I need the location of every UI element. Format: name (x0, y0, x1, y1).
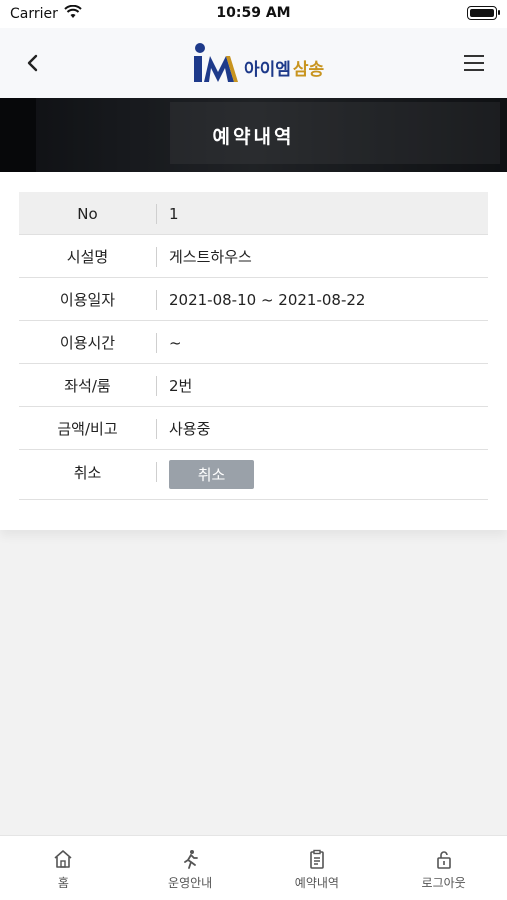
tab-label: 예약내역 (294, 876, 339, 890)
im-logo-icon (194, 43, 238, 82)
row-value: 게스트하우스 (169, 248, 252, 266)
row-label: 금액/비고 (57, 420, 118, 438)
status-time: 10:59 AM (216, 5, 291, 21)
row-label: 취소 (73, 463, 102, 482)
row-label: 이용일자 (59, 291, 116, 309)
tab-label: 로그아웃 (421, 876, 466, 890)
row-label: No (77, 204, 98, 223)
tab-logout[interactable]: 로그아웃 (380, 836, 507, 900)
row-divider (156, 247, 157, 267)
app-header: 아이엠 삼송 (0, 28, 507, 98)
row-value: 사용중 (169, 420, 211, 438)
back-button[interactable] (18, 48, 48, 78)
clipboard-icon (306, 848, 328, 870)
table-row-cancel: 취소 취소 (19, 450, 488, 500)
row-divider (156, 204, 157, 224)
row-value: 2021-08-10 ~ 2021-08-22 (169, 290, 366, 309)
row-label: 시설명 (66, 248, 109, 266)
row-divider (156, 462, 157, 482)
reservation-card: No 1 시설명 게스트하우스 이용일자 2021-08-10 ~ 2021-0… (0, 172, 507, 530)
status-bar: Carrier 10:59 AM (0, 0, 507, 28)
tab-home[interactable]: 홈 (0, 836, 127, 900)
row-divider (156, 290, 157, 310)
table-row-date: 이용일자 2021-08-10 ~ 2021-08-22 (19, 278, 488, 321)
home-icon (52, 848, 74, 870)
row-value: 2번 (169, 377, 193, 395)
reservation-table: No 1 시설명 게스트하우스 이용일자 2021-08-10 ~ 2021-0… (19, 192, 488, 500)
table-row-amount: 금액/비고 사용중 (19, 407, 488, 450)
unlock-icon (433, 848, 455, 870)
row-value: 1 (169, 204, 179, 223)
logo-text-sub: 삼송 (292, 60, 325, 80)
logo[interactable]: 아이엠 삼송 (190, 42, 324, 86)
cancel-reservation-button[interactable]: 취소 (169, 460, 254, 489)
tab-guide[interactable]: 운영안내 (127, 836, 254, 900)
page-title: 예약내역 (212, 126, 295, 148)
table-row-time: 이용시간 ~ (19, 321, 488, 364)
page-banner: 예약내역 (0, 98, 507, 172)
hamburger-icon (464, 55, 484, 71)
row-divider (156, 376, 157, 396)
table-row-no: No 1 (19, 192, 488, 235)
tab-reservations[interactable]: 예약내역 (254, 836, 381, 900)
logo-text-main: 아이엠 (244, 60, 291, 80)
chevron-left-icon (27, 54, 38, 72)
table-row-seat: 좌석/룸 2번 (19, 364, 488, 407)
tab-label: 홈 (57, 876, 69, 890)
row-divider (156, 419, 157, 439)
battery-icon (467, 6, 500, 20)
bottom-tab-bar: 홈 운영안내 예약내역 로그아웃 (0, 835, 507, 900)
running-person-icon (179, 848, 201, 870)
tab-label: 운영안내 (168, 876, 213, 890)
table-row-facility: 시설명 게스트하우스 (19, 235, 488, 278)
row-divider (156, 333, 157, 353)
row-value: ~ (169, 333, 182, 352)
row-label: 이용시간 (59, 334, 116, 352)
hamburger-menu-button[interactable] (459, 48, 489, 78)
row-label: 좌석/룸 (64, 377, 111, 395)
